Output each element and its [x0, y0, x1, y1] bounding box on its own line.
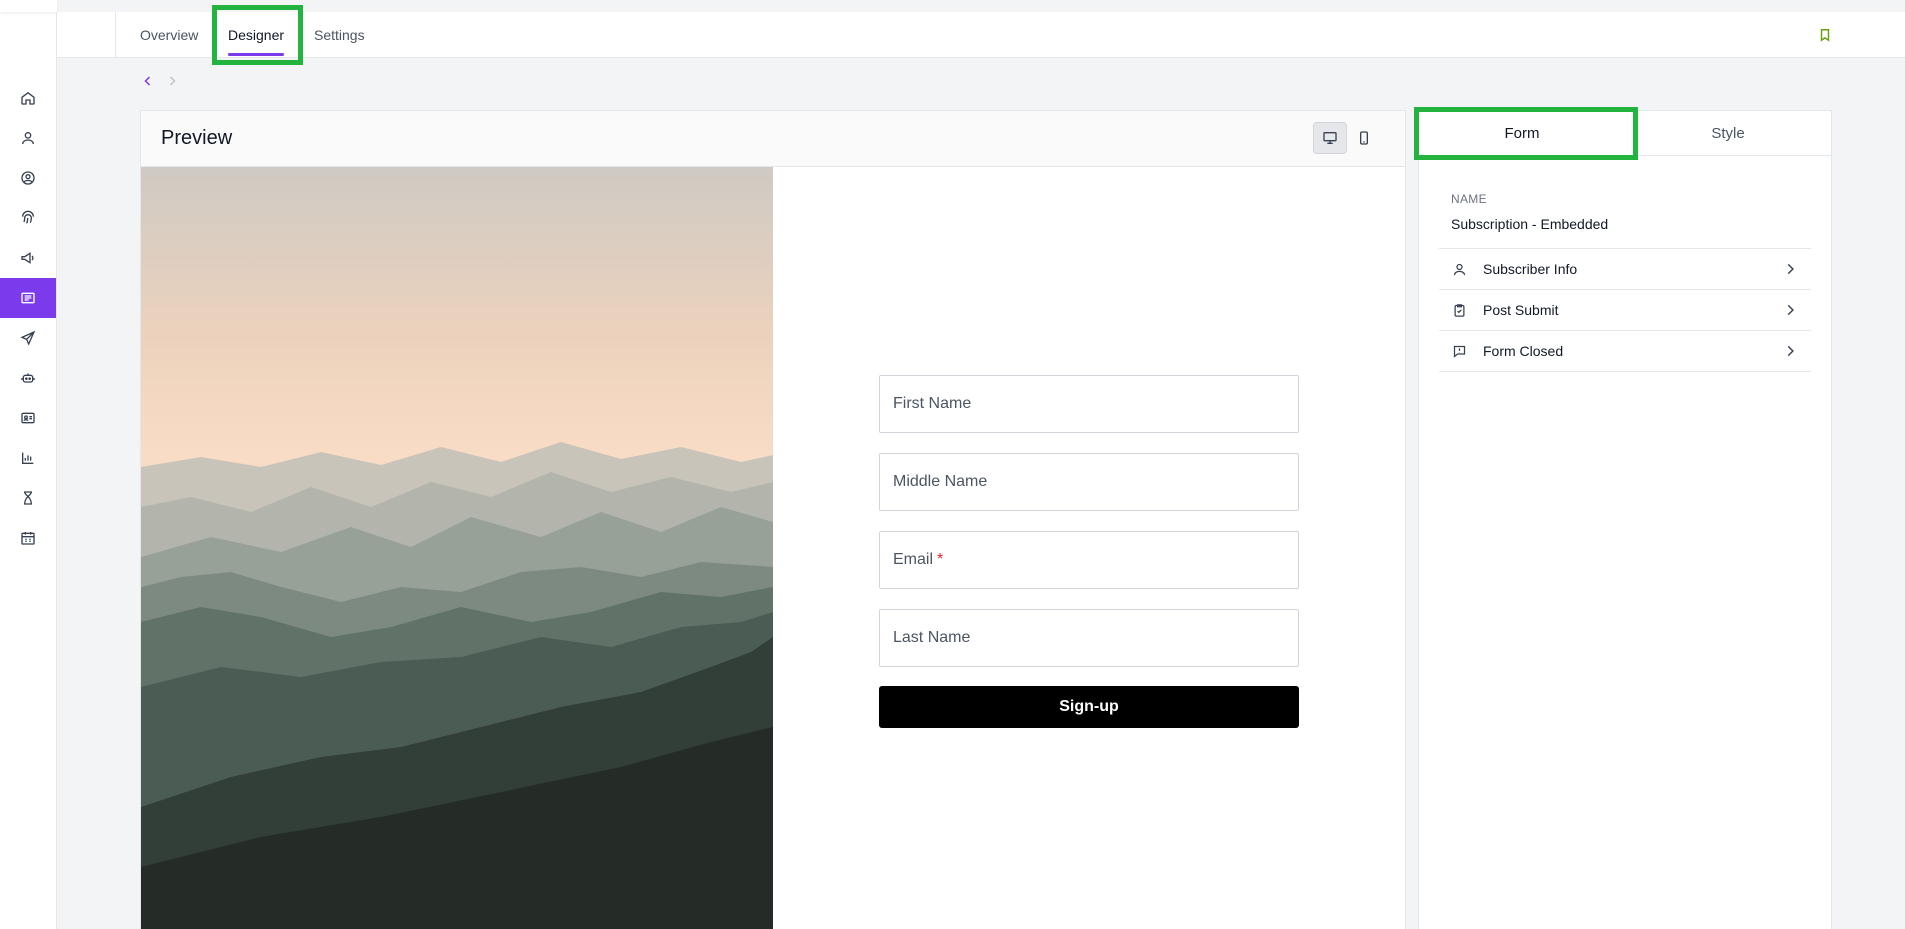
topbar-divider [115, 12, 116, 58]
subscriber-info-item[interactable]: Subscriber Info [1439, 249, 1811, 290]
rail-item-automation[interactable] [0, 358, 56, 398]
first-name-input[interactable]: First Name [879, 375, 1299, 433]
pager [140, 73, 180, 89]
mobile-icon [1360, 131, 1368, 145]
megaphone-icon [21, 252, 34, 264]
send-icon [20, 330, 36, 346]
form-closed-item[interactable]: Form Closed [1439, 331, 1811, 372]
chevron-right-icon [1787, 263, 1794, 275]
rail-item-calendar[interactable] [0, 518, 56, 558]
form-closed-label: Form Closed [1483, 343, 1564, 359]
chevron-right-icon [169, 76, 176, 86]
email-input[interactable]: Email * [879, 531, 1299, 589]
robot-icon [21, 373, 35, 383]
tab-designer[interactable]: Designer [228, 12, 285, 58]
tab-overview[interactable]: Overview [140, 12, 198, 58]
user-icon [1451, 261, 1467, 277]
rail-top-strip [0, 0, 57, 12]
clipboard-check-icon [1451, 302, 1467, 318]
bookmark-icon [1820, 29, 1830, 42]
first-name-placeholder: First Name [893, 395, 972, 412]
form-name-value: Subscription - Embedded [1439, 216, 1811, 249]
middle-name-placeholder: Middle Name [893, 473, 988, 490]
left-nav-rail [0, 0, 57, 929]
top-tab-bar: Overview Designer Settings [57, 12, 1905, 58]
tab-style[interactable]: Style [1625, 111, 1831, 155]
tab-form[interactable]: Form [1419, 111, 1625, 155]
subscriber-info-label: Subscriber Info [1483, 261, 1578, 277]
rail-item-campaigns[interactable] [0, 238, 56, 278]
preview-title: Preview [161, 127, 233, 149]
previous-button[interactable] [140, 73, 156, 89]
last-name-input[interactable]: Last Name [879, 609, 1299, 667]
rail-item-contacts[interactable] [0, 118, 56, 158]
name-label: NAME [1451, 192, 1487, 206]
rail-item-send[interactable] [0, 318, 56, 358]
rail-item-profiles[interactable] [0, 398, 56, 438]
device-toggle [1313, 122, 1381, 154]
signup-form: First Name Middle Name Email * Last Name … [773, 167, 1405, 929]
rail-item-history[interactable] [0, 478, 56, 518]
tab-settings[interactable]: Settings [314, 12, 365, 58]
desktop-view-button[interactable] [1313, 122, 1347, 154]
preview-panel: Preview First Name Middle Name Email * L… [140, 110, 1406, 929]
home-icon [21, 91, 35, 105]
post-submit-label: Post Submit [1483, 302, 1559, 318]
user-icon [22, 132, 34, 145]
signup-button[interactable]: Sign-up [879, 686, 1299, 728]
chart-icon [22, 452, 34, 464]
last-name-placeholder: Last Name [893, 629, 971, 646]
panel-tabs: Form Style [1419, 111, 1831, 156]
next-button[interactable] [164, 73, 180, 89]
rail-item-identity[interactable] [0, 198, 56, 238]
required-asterisk: * [937, 551, 944, 568]
form-settings-panel: Form Style NAME Subscription - Embedded … [1418, 110, 1832, 929]
rail-item-audience[interactable] [0, 158, 56, 198]
chevron-right-icon [1787, 304, 1794, 316]
chevron-right-icon [1787, 345, 1794, 357]
post-submit-item[interactable]: Post Submit [1439, 290, 1811, 331]
hero-image-mountains [141, 167, 773, 929]
preview-header: Preview [141, 111, 1405, 167]
rail-item-home[interactable] [0, 78, 56, 118]
desktop-icon [1323, 132, 1337, 144]
rail-item-forms[interactable] [0, 278, 56, 318]
bookmark-button[interactable] [1815, 25, 1835, 45]
fingerprint-icon [22, 210, 34, 224]
id-card-icon [21, 412, 35, 424]
rail-item-reports[interactable] [0, 438, 56, 478]
message-alert-icon [1451, 343, 1467, 359]
middle-name-input[interactable]: Middle Name [879, 453, 1299, 511]
email-placeholder: Email [893, 551, 934, 568]
chevron-left-icon [144, 76, 151, 86]
contact-circle-icon [21, 171, 35, 185]
panel-body: NAME Subscription - Embedded Subscriber … [1419, 192, 1831, 372]
hourglass-icon [24, 491, 32, 505]
calendar-icon [21, 532, 35, 545]
mobile-view-button[interactable] [1347, 122, 1381, 154]
forms-icon [21, 292, 35, 304]
